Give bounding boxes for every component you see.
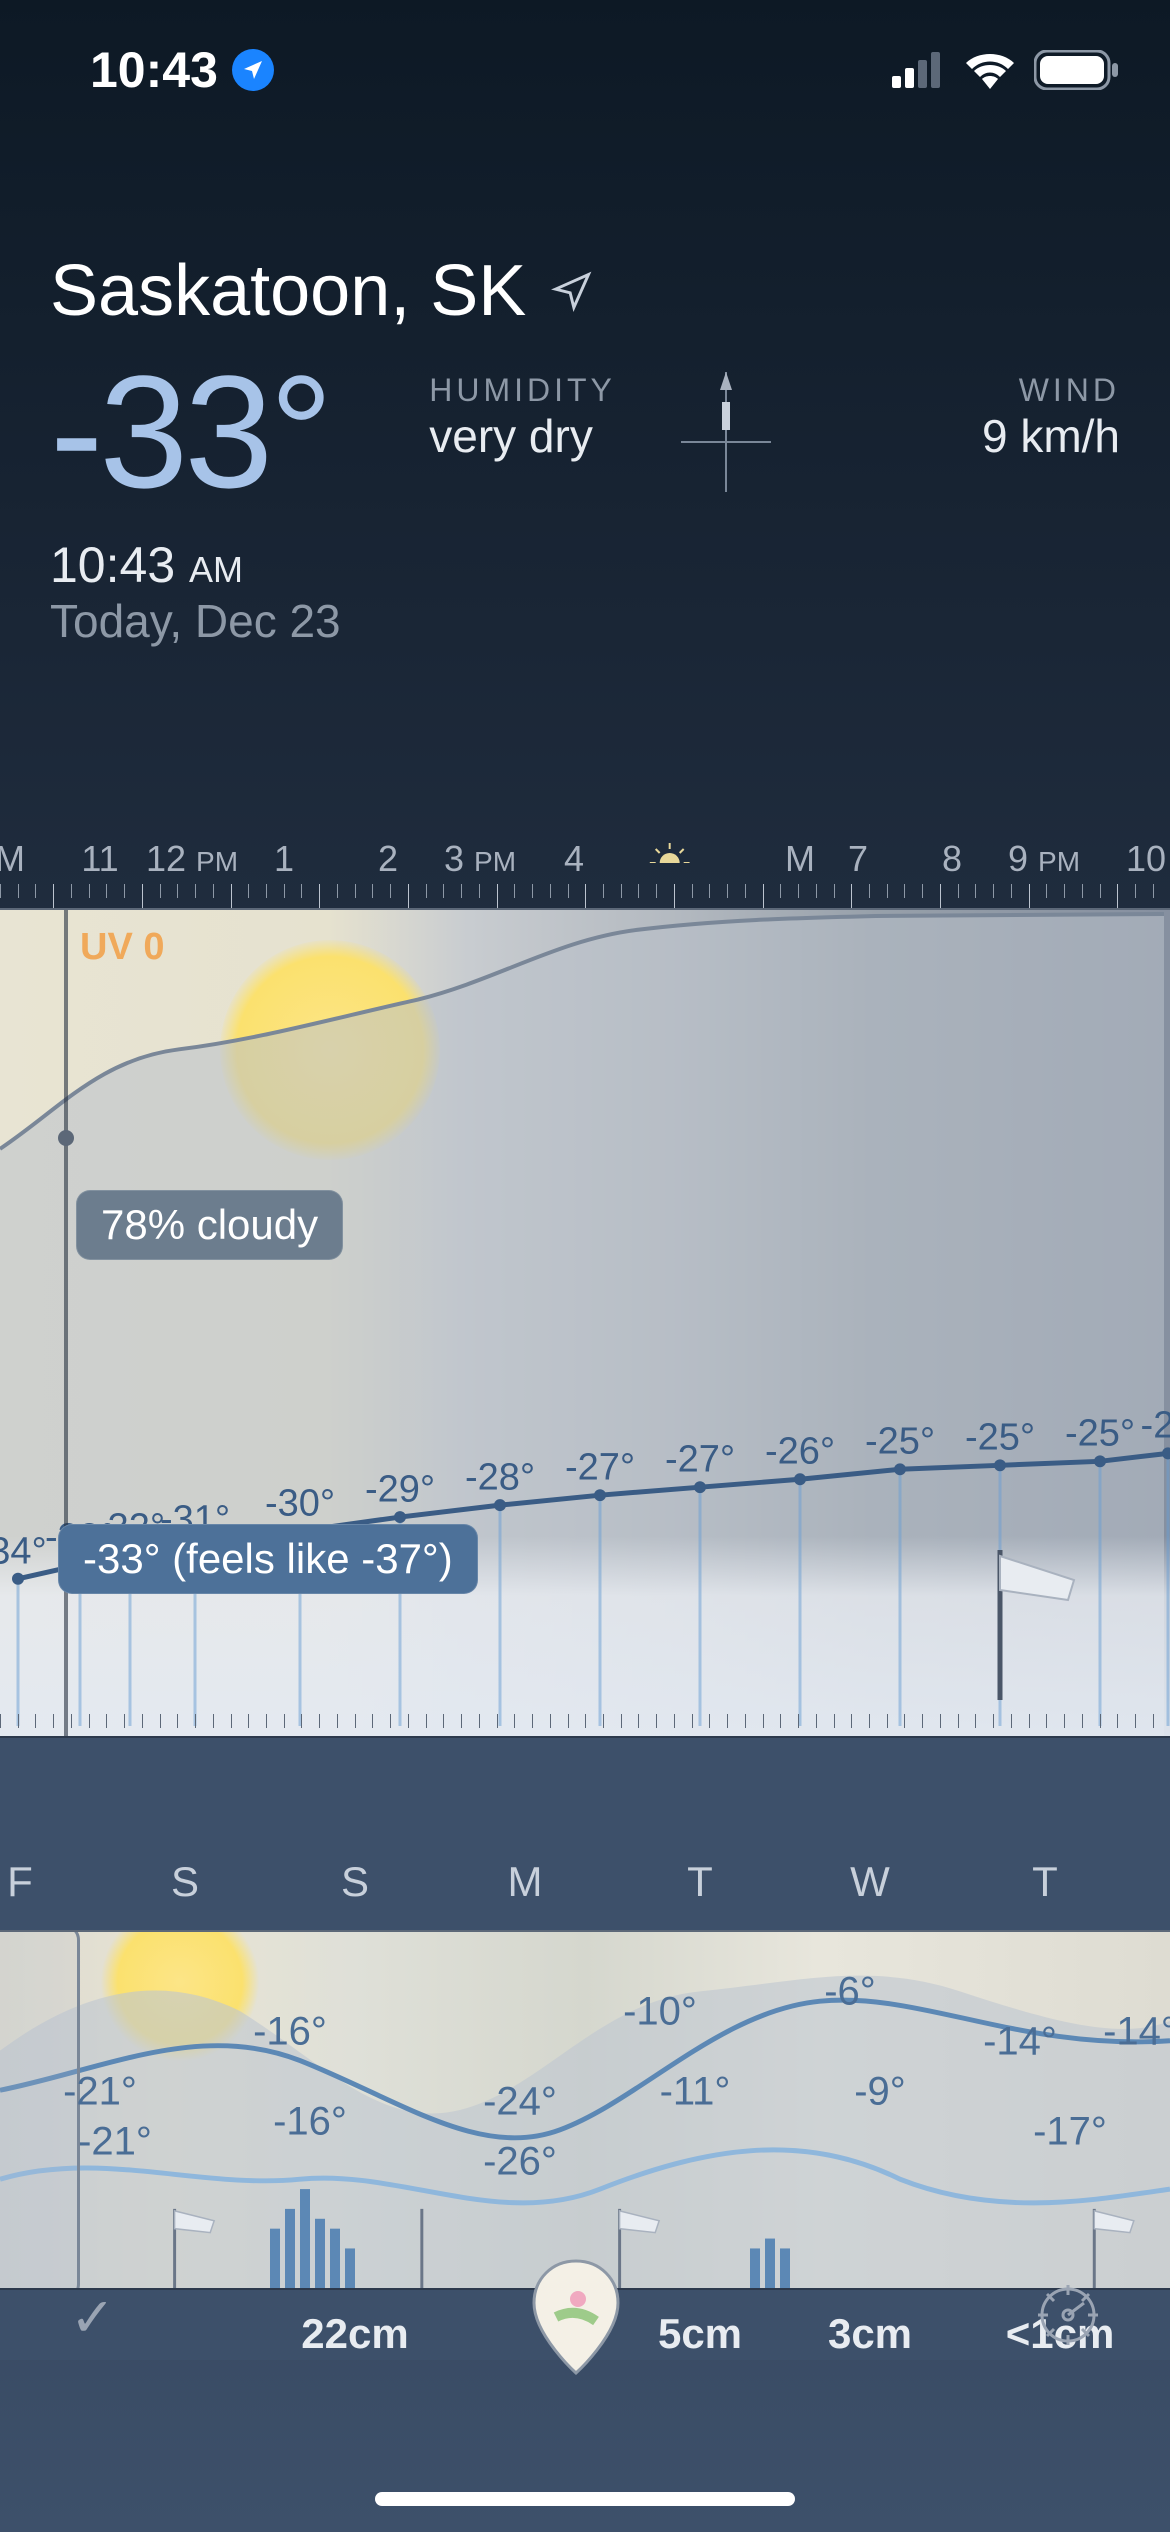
battery-icon bbox=[1034, 50, 1120, 90]
cellular-icon bbox=[892, 52, 946, 88]
humidity-value: very dry bbox=[429, 409, 616, 463]
ruler-hour: 4 bbox=[564, 838, 584, 880]
day-label: T bbox=[687, 1858, 713, 1906]
hourly-temp-label: -25° bbox=[865, 1421, 935, 1464]
ruler-hour: 9 PM bbox=[1008, 838, 1080, 880]
wind-label: WIND bbox=[982, 372, 1120, 409]
ruler-hour: M bbox=[785, 838, 815, 880]
sunset-time: 4:58 PM bbox=[613, 828, 728, 872]
location-arrow-outline-icon bbox=[550, 269, 594, 313]
current-time: 10:43 AM bbox=[50, 536, 1120, 594]
ruler-hour: M bbox=[0, 838, 25, 880]
ruler-hour: 7 bbox=[848, 838, 868, 880]
day-label: T bbox=[1032, 1858, 1058, 1906]
status-right bbox=[892, 50, 1120, 90]
daily-windsocks bbox=[0, 1932, 1170, 2288]
daily-forecast-chart[interactable]: -21°-16°-16°-24°-10°-11°-6°-9°-14°-14°-1… bbox=[0, 1930, 1170, 2290]
wind-value: 9 km/h bbox=[982, 409, 1120, 463]
hourly-temp-label: -29° bbox=[365, 1469, 435, 1512]
hourly-temp-label: -24 bbox=[1141, 1405, 1170, 1448]
ruler-hour: 3 PM bbox=[444, 838, 516, 880]
ruler-hour: 10 bbox=[1126, 838, 1166, 880]
day-label: S bbox=[341, 1858, 369, 1906]
ruler-hour: 12 PM bbox=[146, 838, 238, 880]
weather-header: Saskatoon, SK -33° HUMIDITY very dry WIN… bbox=[0, 120, 1170, 648]
hourly-temp-label: -28° bbox=[465, 1457, 535, 1500]
hourly-temp-label: -25° bbox=[965, 1417, 1035, 1460]
current-temperature: -33° bbox=[50, 352, 329, 512]
current-time-marker bbox=[64, 910, 68, 1736]
hourly-temp-label: -27° bbox=[565, 1447, 635, 1490]
day-label: F bbox=[7, 1858, 33, 1906]
day-label: M bbox=[508, 1858, 543, 1906]
home-indicator[interactable] bbox=[375, 2492, 795, 2506]
day-label: S bbox=[171, 1858, 199, 1906]
cloud-cover-pill: 78% cloudy bbox=[76, 1190, 343, 1260]
status-bar: 10:43 bbox=[0, 0, 1170, 120]
hourly-forecast-chart[interactable]: UV 0 78% cloudy 34°-33°-32°-31°-30°-29°-… bbox=[0, 908, 1170, 1738]
hourly-temp-label: -26° bbox=[765, 1431, 835, 1474]
humidity-label: HUMIDITY bbox=[429, 372, 616, 409]
location-arrow-icon bbox=[232, 49, 274, 91]
city-name: Saskatoon, SK bbox=[50, 250, 526, 332]
day-label: W bbox=[850, 1858, 890, 1906]
hourly-temp-label: -30° bbox=[265, 1483, 335, 1526]
gear-icon bbox=[1036, 2283, 1100, 2347]
windsock-icon bbox=[990, 1550, 1080, 1700]
ruler-hour: 11 bbox=[81, 838, 118, 880]
checkmark-button[interactable]: ✓ bbox=[70, 2286, 115, 2349]
hourly-time-ruler[interactable]: M1112 PM123 PM4M789 PM10 4:58 PM bbox=[0, 828, 1170, 908]
sunset-icon bbox=[650, 843, 690, 863]
current-temp-pill: -33° (feels like -37°) bbox=[58, 1524, 478, 1594]
current-date: Today, Dec 23 bbox=[50, 594, 1120, 648]
ruler-hour: 2 bbox=[378, 838, 398, 880]
ruler-hour: 1 bbox=[274, 838, 294, 880]
settings-button[interactable] bbox=[1036, 2283, 1100, 2352]
hourly-temp-label: 34° bbox=[0, 1531, 47, 1574]
hourly-temp-label: -25° bbox=[1065, 1413, 1135, 1456]
hourly-temp-label: -27° bbox=[665, 1439, 735, 1482]
daily-forecast[interactable]: FSSMTWT bbox=[0, 1858, 1170, 2360]
compass-icon bbox=[676, 362, 776, 502]
status-time: 10:43 bbox=[90, 41, 218, 99]
wifi-icon bbox=[964, 51, 1016, 89]
ruler-hour: 8 bbox=[942, 838, 962, 880]
